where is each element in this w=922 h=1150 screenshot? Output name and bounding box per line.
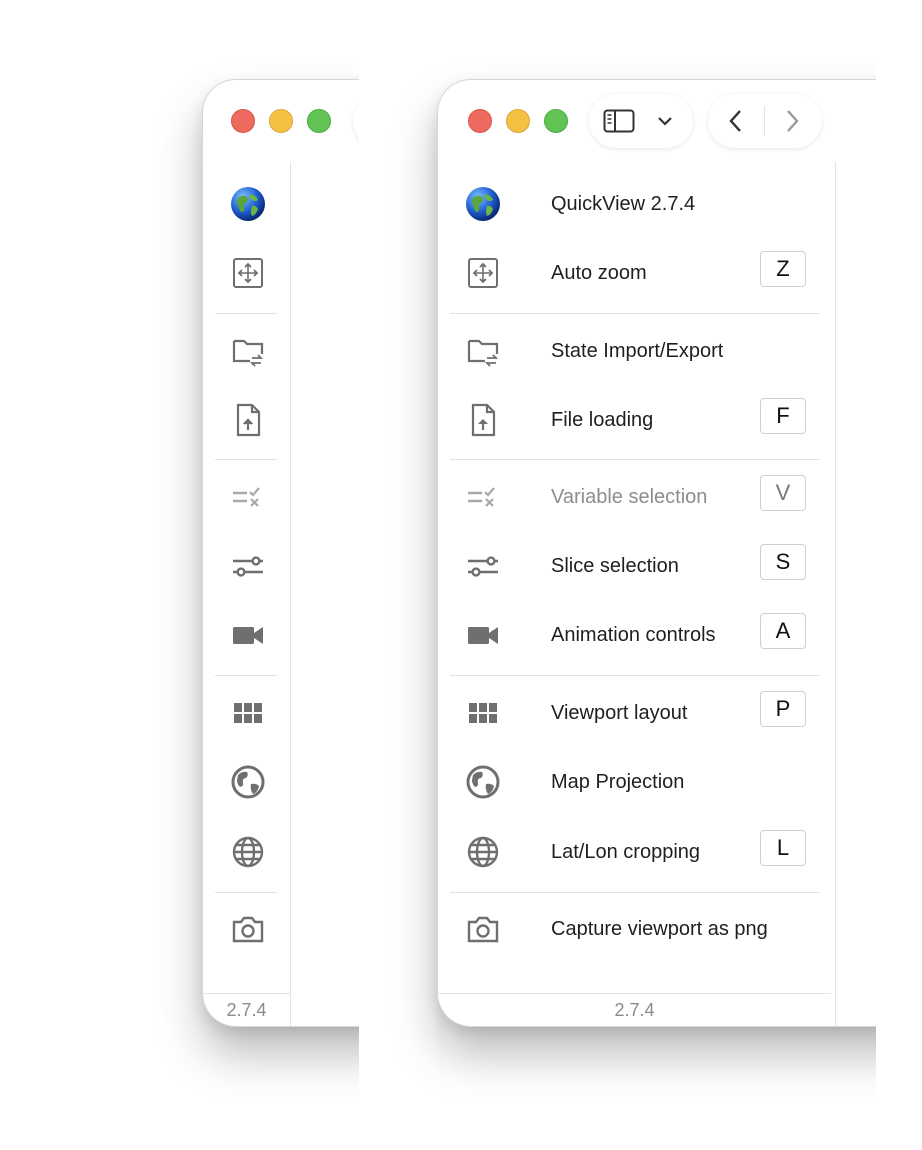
nav-label-lat-lon-cropping: Lat/Lon cropping: [551, 841, 701, 863]
earth-icon: [465, 764, 501, 800]
video-camera-icon: [230, 617, 266, 653]
nav-item-viewport-layout[interactable]: [203, 683, 290, 743]
shortcut-badge: F: [760, 398, 806, 434]
nav-drawer-collapsed: 2.7.4: [203, 162, 291, 1026]
shortcut-badge: S: [760, 544, 806, 580]
drawer-toggle-group: [589, 94, 693, 148]
file-upload-icon: [230, 402, 266, 438]
nav-item-variable-selection: Variable selection V: [438, 467, 835, 527]
list-check-icon: [465, 479, 501, 515]
close-window-button[interactable]: [231, 109, 255, 133]
nav-label-variable-selection: Variable selection: [551, 486, 708, 508]
shortcut-badge: L: [760, 830, 806, 866]
web-globe-icon: [230, 834, 266, 870]
nav-label-capture-viewport: Capture viewport as png: [551, 918, 768, 940]
nav-item-lat-lon-cropping[interactable]: [203, 822, 290, 882]
nav-item-slice-selection[interactable]: [203, 536, 290, 596]
nav-item-animation-controls[interactable]: Animation controls A: [438, 605, 835, 665]
nav-divider: [450, 675, 820, 676]
nav-separator: [764, 106, 765, 136]
nav-divider: [450, 892, 820, 893]
nav-item-file-loading[interactable]: [203, 390, 290, 450]
minimize-window-button[interactable]: [506, 109, 530, 133]
auto-zoom-icon: [465, 255, 501, 291]
globe-logo-icon: [465, 186, 501, 222]
nav-item-map-projection[interactable]: [203, 752, 290, 812]
nav-divider: [215, 892, 277, 893]
chevron-down-icon[interactable]: [657, 114, 673, 126]
nav-label-slice-selection: Slice selection: [551, 555, 679, 577]
nav-divider: [215, 313, 277, 314]
version-footer: 2.7.4: [438, 993, 831, 1026]
shortcut-badge: Z: [760, 251, 806, 287]
shortcut-badge: V: [760, 475, 806, 511]
nav-item-animation-controls[interactable]: [203, 605, 290, 665]
background-gutter: [876, 0, 922, 1150]
nav-label-state-import-export: State Import/Export: [551, 340, 724, 362]
nav-label-auto-zoom: Auto zoom: [551, 262, 647, 284]
window-controls: [231, 109, 331, 133]
nav-divider: [450, 313, 820, 314]
nav-label-file-loading: File loading: [551, 409, 654, 431]
minimize-window-button[interactable]: [269, 109, 293, 133]
folder-swap-icon: [465, 333, 501, 369]
nav-item-lat-lon-cropping[interactable]: Lat/Lon cropping L: [438, 822, 835, 882]
camera-icon: [465, 911, 501, 947]
nav-label-animation-controls: Animation controls: [551, 624, 716, 646]
tune-icon: [465, 548, 501, 584]
app-window-expanded: QuickView 2.7.4 Auto zoom Z State Import…: [437, 79, 918, 1027]
nav-item-capture-viewport[interactable]: [203, 899, 290, 959]
nav-label-app-name: QuickView 2.7.4: [551, 193, 696, 215]
nav-item-app-logo[interactable]: [203, 174, 290, 234]
nav-item-capture-viewport[interactable]: Capture viewport as png: [438, 899, 835, 959]
nav-label-map-projection: Map Projection: [551, 771, 685, 793]
video-camera-icon: [465, 617, 501, 653]
auto-zoom-icon: [230, 255, 266, 291]
nav-divider: [215, 459, 277, 460]
sidebar-panel-icon[interactable]: [603, 109, 635, 133]
close-window-button[interactable]: [468, 109, 492, 133]
nav-drawer-expanded: QuickView 2.7.4 Auto zoom Z State Import…: [438, 162, 836, 1026]
nav-item-auto-zoom[interactable]: [203, 243, 290, 303]
nav-divider: [215, 675, 277, 676]
background-gutter: [359, 0, 437, 1150]
history-nav-group: [708, 94, 822, 148]
chevron-right-icon[interactable]: [784, 109, 800, 133]
zoom-window-button[interactable]: [544, 109, 568, 133]
nav-item-variable-selection: [203, 467, 290, 527]
grid-icon: [230, 695, 266, 731]
nav-divider: [450, 459, 820, 460]
nav-item-viewport-layout[interactable]: Viewport layout P: [438, 683, 835, 743]
shortcut-badge: P: [760, 691, 806, 727]
file-upload-icon: [465, 402, 501, 438]
nav-item-map-projection[interactable]: Map Projection: [438, 752, 835, 812]
nav-item-state-import-export[interactable]: [203, 321, 290, 381]
earth-icon: [230, 764, 266, 800]
window-controls: [468, 109, 568, 133]
camera-icon: [230, 911, 266, 947]
nav-item-slice-selection[interactable]: Slice selection S: [438, 536, 835, 596]
nav-item-app-logo[interactable]: QuickView 2.7.4: [438, 174, 835, 234]
folder-swap-icon: [230, 333, 266, 369]
web-globe-icon: [465, 834, 501, 870]
nav-label-viewport-layout: Viewport layout: [551, 702, 688, 724]
nav-item-state-import-export[interactable]: State Import/Export: [438, 321, 835, 381]
nav-item-auto-zoom[interactable]: Auto zoom Z: [438, 243, 835, 303]
zoom-window-button[interactable]: [307, 109, 331, 133]
shortcut-badge: A: [760, 613, 806, 649]
chevron-left-icon[interactable]: [728, 109, 744, 133]
version-footer: 2.7.4: [203, 993, 290, 1026]
list-check-icon: [230, 479, 266, 515]
globe-logo-icon: [230, 186, 266, 222]
nav-item-file-loading[interactable]: File loading F: [438, 390, 835, 450]
grid-icon: [465, 695, 501, 731]
tune-icon: [230, 548, 266, 584]
